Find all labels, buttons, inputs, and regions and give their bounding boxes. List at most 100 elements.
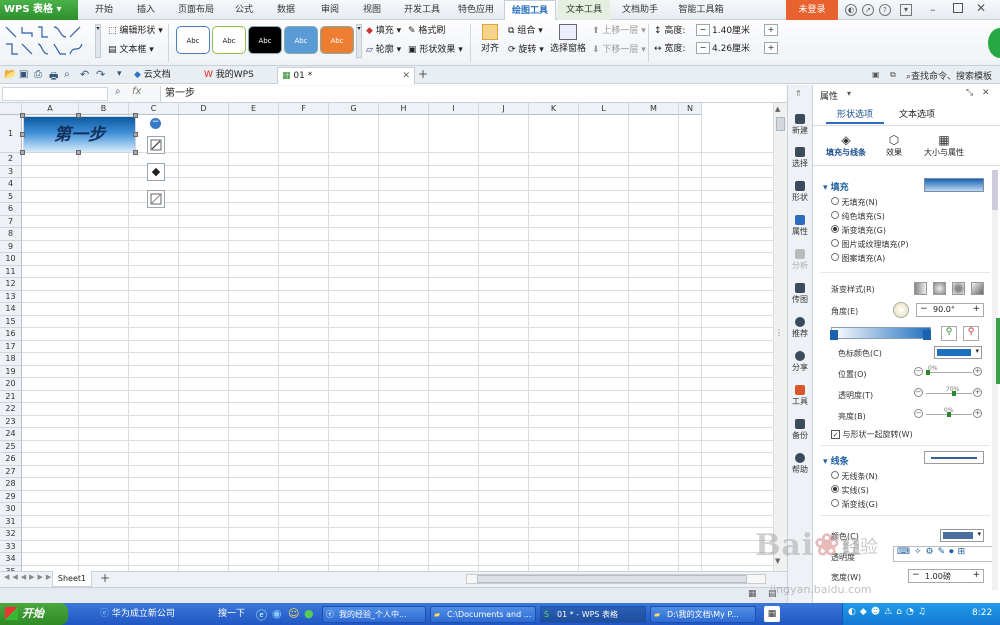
row-header[interactable]: 6	[0, 203, 22, 216]
stop-color-picker[interactable]: ▾	[934, 346, 982, 359]
gradient-bar[interactable]	[831, 327, 931, 339]
fx-icon[interactable]: fx	[132, 86, 141, 97]
row-header[interactable]: 25	[0, 440, 22, 453]
resize-handle[interactable]	[20, 132, 25, 137]
format-painter-button[interactable]: ✎ 格式刷	[408, 24, 445, 38]
width-increase[interactable]: +	[764, 42, 778, 54]
column-header[interactable]: G	[329, 103, 379, 115]
line-option-gradient[interactable]: 渐变线(G)	[831, 499, 878, 510]
redo-icon[interactable]: ↷	[96, 68, 105, 81]
panel-dock-icon[interactable]: ⤡	[966, 88, 973, 98]
row-header[interactable]: 29	[0, 490, 22, 503]
gallery-scroll[interactable]: ▾	[95, 24, 101, 58]
row-header[interactable]: 1	[0, 115, 22, 153]
row-header[interactable]: 21	[0, 390, 22, 403]
style-swatch-3[interactable]: Abc	[248, 26, 282, 54]
formula-input[interactable]: 第一步	[160, 86, 786, 102]
tab-drawing-tools[interactable]: 绘图工具	[504, 0, 556, 20]
gradient-linear-icon[interactable]	[914, 282, 927, 295]
tab-shape-options[interactable]: 形状选项	[826, 106, 884, 124]
undo-icon[interactable]: ↶	[80, 68, 89, 81]
row-header[interactable]: 19	[0, 365, 22, 378]
fill-section-header[interactable]: ▾ 填充	[823, 180, 849, 193]
resize-handle[interactable]	[20, 150, 25, 155]
tab-close-icon[interactable]: ✕	[402, 68, 410, 84]
side-tools[interactable]: 工具	[787, 385, 813, 407]
tab-text-options[interactable]: 文本选项	[888, 106, 946, 124]
tab-view[interactable]: 视图	[354, 0, 390, 20]
tray-icons[interactable]: ◐◆☻⚠⌂◔♫	[848, 607, 930, 617]
side-select[interactable]: 选择	[787, 147, 813, 169]
gradient-rect-icon[interactable]	[952, 282, 965, 295]
position-increase[interactable]: +	[973, 367, 982, 376]
subtab-size-props[interactable]: ▦ 大小与属性	[916, 133, 972, 158]
row-header[interactable]: 17	[0, 340, 22, 353]
scroll-up-icon[interactable]: ▲	[775, 105, 780, 113]
scroll-thumb[interactable]	[776, 117, 785, 131]
start-button[interactable]: 开始	[0, 603, 68, 625]
row-header[interactable]: 14	[0, 303, 22, 316]
row-header[interactable]: 24	[0, 428, 22, 441]
brightness-increase[interactable]: +	[973, 409, 982, 418]
subtab-fill-line[interactable]: ◈ 填充与线条	[820, 133, 872, 158]
tab-document-01[interactable]: ▦ 01 * ✕	[277, 67, 415, 84]
quicklaunch-app-icon[interactable]: ●	[304, 607, 314, 620]
transparency-increase[interactable]: +	[973, 388, 982, 397]
row-header[interactable]: 27	[0, 465, 22, 478]
line-section-header[interactable]: ▾ 线条	[823, 454, 849, 467]
group-button[interactable]: ⧉ 组合 ▾	[508, 24, 543, 38]
column-header[interactable]: E	[229, 103, 279, 115]
tab-doc-assistant[interactable]: 文档助手	[614, 0, 666, 20]
share-icon[interactable]: ↗	[862, 4, 874, 16]
angle-spinner[interactable]: − 90.0° +	[916, 303, 984, 317]
row-header[interactable]: 16	[0, 328, 22, 341]
add-stop-icon[interactable]: ⚲	[941, 326, 957, 341]
side-analyze[interactable]: 分析	[787, 249, 813, 271]
side-share[interactable]: 分享	[787, 351, 813, 373]
zoom-search-icon[interactable]: ⌕	[115, 86, 121, 97]
sheet-tab-sheet1[interactable]: Sheet1	[52, 571, 92, 587]
outline-float-icon[interactable]	[147, 190, 165, 208]
edit-shape-button[interactable]: ⬚ 编辑形状 ▾	[108, 24, 163, 38]
side-help[interactable]: 帮助	[787, 453, 813, 475]
fill-float-icon[interactable]: ◆	[147, 163, 165, 181]
fill-preview[interactable]	[924, 178, 984, 192]
outline-button[interactable]: ▱ 轮廓 ▾	[366, 43, 401, 57]
export-icon[interactable]: ⎙	[34, 69, 42, 80]
taskbar-search[interactable]: 搜一下	[218, 606, 254, 622]
tab-smart-toolbox[interactable]: 智能工具箱	[670, 0, 732, 20]
quick-access-dropdown-icon[interactable]: ▾	[117, 69, 122, 79]
remove-stop-icon[interactable]: ⚲	[963, 326, 979, 341]
task-browser[interactable]: ⓔ 我的经验_个人中...	[322, 606, 426, 623]
column-header[interactable]: D	[179, 103, 229, 115]
skin-icon[interactable]: ◐	[845, 4, 857, 16]
command-search[interactable]: ⌕查找命令、搜索模板	[906, 69, 992, 82]
row-header[interactable]: 28	[0, 478, 22, 491]
row-header[interactable]: 32	[0, 528, 22, 541]
fill-option-gradient[interactable]: 渐变填充(G)	[831, 225, 886, 236]
options-icon[interactable]: ▾	[900, 4, 912, 16]
tab-start[interactable]: 开始	[86, 0, 122, 20]
line-width-value[interactable]: 1.00磅	[925, 571, 951, 582]
styles-scroll[interactable]: ▾	[356, 24, 362, 58]
column-header[interactable]: K	[529, 103, 579, 115]
row-header[interactable]: 26	[0, 453, 22, 466]
close-icon[interactable]: ✕	[976, 1, 986, 15]
brightness-decrease[interactable]: −	[914, 409, 923, 418]
fill-option-pattern[interactable]: 图案填充(A)	[831, 253, 885, 264]
row-header[interactable]: 3	[0, 165, 22, 178]
fill-button[interactable]: ◆ 填充 ▾	[366, 24, 401, 38]
resize-handle[interactable]	[133, 150, 138, 155]
tab-review[interactable]: 审阅	[312, 0, 348, 20]
line-width-decrease[interactable]: −	[912, 570, 920, 580]
angle-value[interactable]: 90.0°	[933, 305, 955, 314]
help-icon[interactable]: ?	[879, 4, 891, 16]
row-header[interactable]: 13	[0, 290, 22, 303]
show-desktop-icon[interactable]: ▦	[764, 606, 780, 622]
row-header[interactable]: 12	[0, 278, 22, 291]
row-header[interactable]: 20	[0, 378, 22, 391]
select-all-corner[interactable]	[0, 103, 22, 115]
bring-forward-button[interactable]: ⬆ 上移一层 ▾	[592, 24, 646, 38]
panel-scroll-thumb[interactable]	[992, 170, 998, 210]
panel-close-icon[interactable]: ✕	[982, 88, 990, 98]
